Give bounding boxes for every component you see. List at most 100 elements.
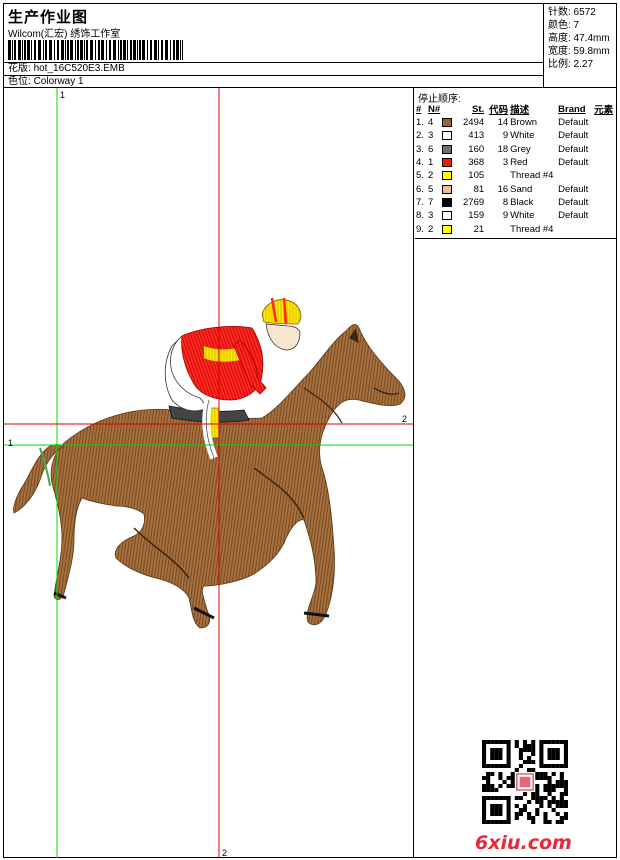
table-row: 6. 5 81 16 Sand Default	[415, 182, 616, 195]
header-info: 生产作业图 Wilcom(汇宏) 绣饰工作室 花版: hot_16C520E3.…	[4, 4, 544, 88]
row-code: 16	[497, 183, 509, 195]
row-needle: 7	[428, 196, 434, 208]
row-element	[593, 222, 616, 235]
row-brand	[557, 169, 593, 182]
row-element	[593, 182, 616, 195]
row-brand: Default	[558, 143, 589, 155]
stop-sequence-panel: 停止顺序: # N# St. 代码 描述 Brand 元素 1. 4 2494 14 B…	[415, 88, 616, 858]
col-header-brand: Brand	[558, 103, 586, 115]
design-canvas: 1 2 1 2	[4, 88, 414, 858]
row-element	[593, 156, 616, 169]
row-needle: 1	[428, 157, 434, 169]
row-stitches: 413	[468, 130, 485, 142]
row-index: 4.	[416, 157, 424, 169]
row-stitches: 160	[468, 143, 485, 155]
barcode	[8, 40, 183, 60]
col-header-code: 代码	[489, 105, 509, 116]
row-stitches: 2494	[463, 117, 485, 129]
row-code: 9	[502, 210, 509, 222]
row-stitches: 21	[473, 223, 485, 235]
row-needle: 6	[428, 143, 434, 155]
row-description: Brown	[510, 117, 538, 129]
row-index: 7.	[416, 196, 424, 208]
row-swatch	[441, 182, 457, 195]
row-swatch	[441, 222, 457, 235]
color-swatch	[442, 197, 453, 207]
design-stats: 针数: 6572 颜色: 7 高度: 47.4mm 宽度: 59.8mm 比例:…	[545, 4, 616, 88]
row-code	[485, 169, 509, 182]
row-description: Grey	[510, 143, 531, 155]
row-swatch	[441, 129, 457, 142]
row-swatch	[441, 196, 457, 209]
qr-code	[482, 740, 568, 824]
row-brand: Default	[558, 157, 589, 169]
stat-stitches: 针数: 6572	[548, 7, 596, 18]
row-brand: Default	[558, 130, 589, 142]
axis-label-v1: 1	[60, 90, 66, 100]
row-needle: 3	[428, 210, 434, 222]
row-swatch	[441, 116, 457, 129]
col-header-index: #	[416, 103, 422, 115]
table-row: 2. 3 413 9 White Default	[415, 129, 616, 142]
row-element	[593, 196, 616, 209]
row-swatch	[441, 209, 457, 222]
row-index: 5.	[416, 170, 424, 182]
row-stitches: 159	[468, 210, 485, 222]
studio-name: Wilcom(汇宏) 绣饰工作室	[8, 29, 121, 40]
row-element	[593, 143, 616, 156]
row-brand: Default	[558, 117, 589, 129]
row-index: 8.	[416, 210, 424, 222]
table-row: 3. 6 160 18 Grey Default	[415, 143, 616, 156]
color-sequence-table: # N# St. 代码 描述 Brand 元素 1. 4 2494 14 Brown De…	[415, 102, 616, 236]
design-label: 花版:	[8, 63, 31, 74]
table-row: 5. 2 105 Thread #4	[415, 169, 616, 182]
color-swatch	[442, 224, 453, 234]
row-element	[593, 169, 616, 182]
table-header-row: # N# St. 代码 描述 Brand 元素	[415, 102, 616, 117]
row-stitches: 2769	[463, 196, 485, 208]
row-description: White	[510, 130, 535, 142]
stat-height: 高度: 47.4mm	[548, 33, 610, 44]
row-stitches: 105	[468, 170, 485, 182]
row-brand: Default	[558, 196, 589, 208]
row-swatch	[441, 143, 457, 156]
row-swatch	[441, 156, 457, 169]
color-swatch	[442, 211, 453, 221]
color-swatch	[442, 158, 453, 168]
table-row: 7. 7 2769 8 Black Default	[415, 196, 616, 209]
row-code: 9	[502, 130, 509, 142]
stat-width: 宽度: 59.8mm	[548, 46, 610, 57]
watermark-brand: 6xiu.com	[475, 832, 572, 854]
row-code	[485, 222, 509, 235]
row-brand	[557, 222, 593, 235]
colorway-row: 色位: Colorway 1	[4, 75, 544, 88]
row-element	[593, 209, 616, 222]
table-row: 9. 2 21 Thread #4	[415, 222, 616, 235]
col-header-description: 描述	[510, 105, 530, 116]
production-worksheet: 生产作业图 Wilcom(汇宏) 绣饰工作室 花版: hot_16C520E3.…	[3, 3, 617, 858]
color-swatch	[442, 171, 453, 181]
stat-colors: 颜色: 7	[548, 20, 580, 31]
table-divider	[415, 238, 616, 239]
row-code: 8	[502, 196, 509, 208]
table-row: 4. 1 368 3 Red Default	[415, 156, 616, 169]
row-element	[593, 116, 616, 129]
row-code: 3	[502, 157, 509, 169]
design-file: hot_16C520E3.EMB	[33, 63, 125, 74]
row-description: Thread #4	[510, 170, 554, 182]
color-swatch	[442, 131, 453, 141]
worksheet-header: 生产作业图 Wilcom(汇宏) 绣饰工作室 花版: hot_16C520E3.…	[4, 4, 616, 88]
row-stitches: 368	[468, 157, 485, 169]
axis-label-h1: 1	[8, 438, 14, 448]
row-brand: Default	[558, 183, 589, 195]
row-needle: 4	[428, 117, 434, 129]
row-element	[593, 129, 616, 142]
design-row: 花版: hot_16C520E3.EMB	[4, 62, 544, 75]
row-code: 18	[497, 143, 509, 155]
row-index: 9.	[416, 223, 424, 235]
row-brand: Default	[558, 210, 589, 222]
embroidery-preview	[4, 88, 413, 858]
row-index: 1.	[416, 117, 424, 129]
row-description: Black	[510, 196, 534, 208]
color-swatch	[442, 184, 453, 194]
